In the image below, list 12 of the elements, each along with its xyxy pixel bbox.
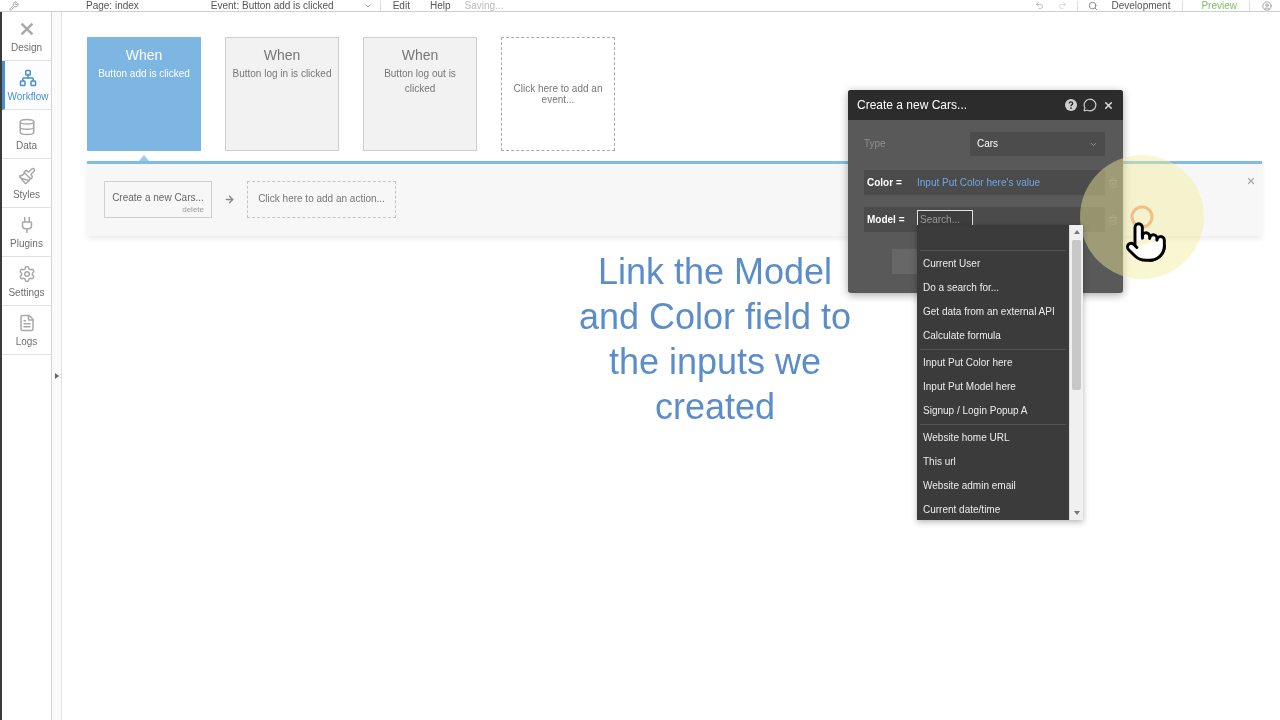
action-label: Create a new Cars... (112, 191, 204, 204)
field-label: Model = (867, 213, 906, 226)
event-title: When (401, 47, 439, 64)
caption-text: Link the Model and Color field to the inputs we created (577, 250, 853, 429)
field-label: Color = (867, 176, 903, 189)
event-description: Button log out is clicked (383, 67, 457, 96)
event-title: When (125, 47, 163, 64)
event-title: When (263, 47, 301, 64)
popup-title: Create a new Cars... (857, 98, 968, 112)
event-description: Button add is clicked (98, 67, 190, 81)
event-description: Button log in is clicked (232, 67, 332, 81)
save-status: Saving... (464, 0, 504, 11)
